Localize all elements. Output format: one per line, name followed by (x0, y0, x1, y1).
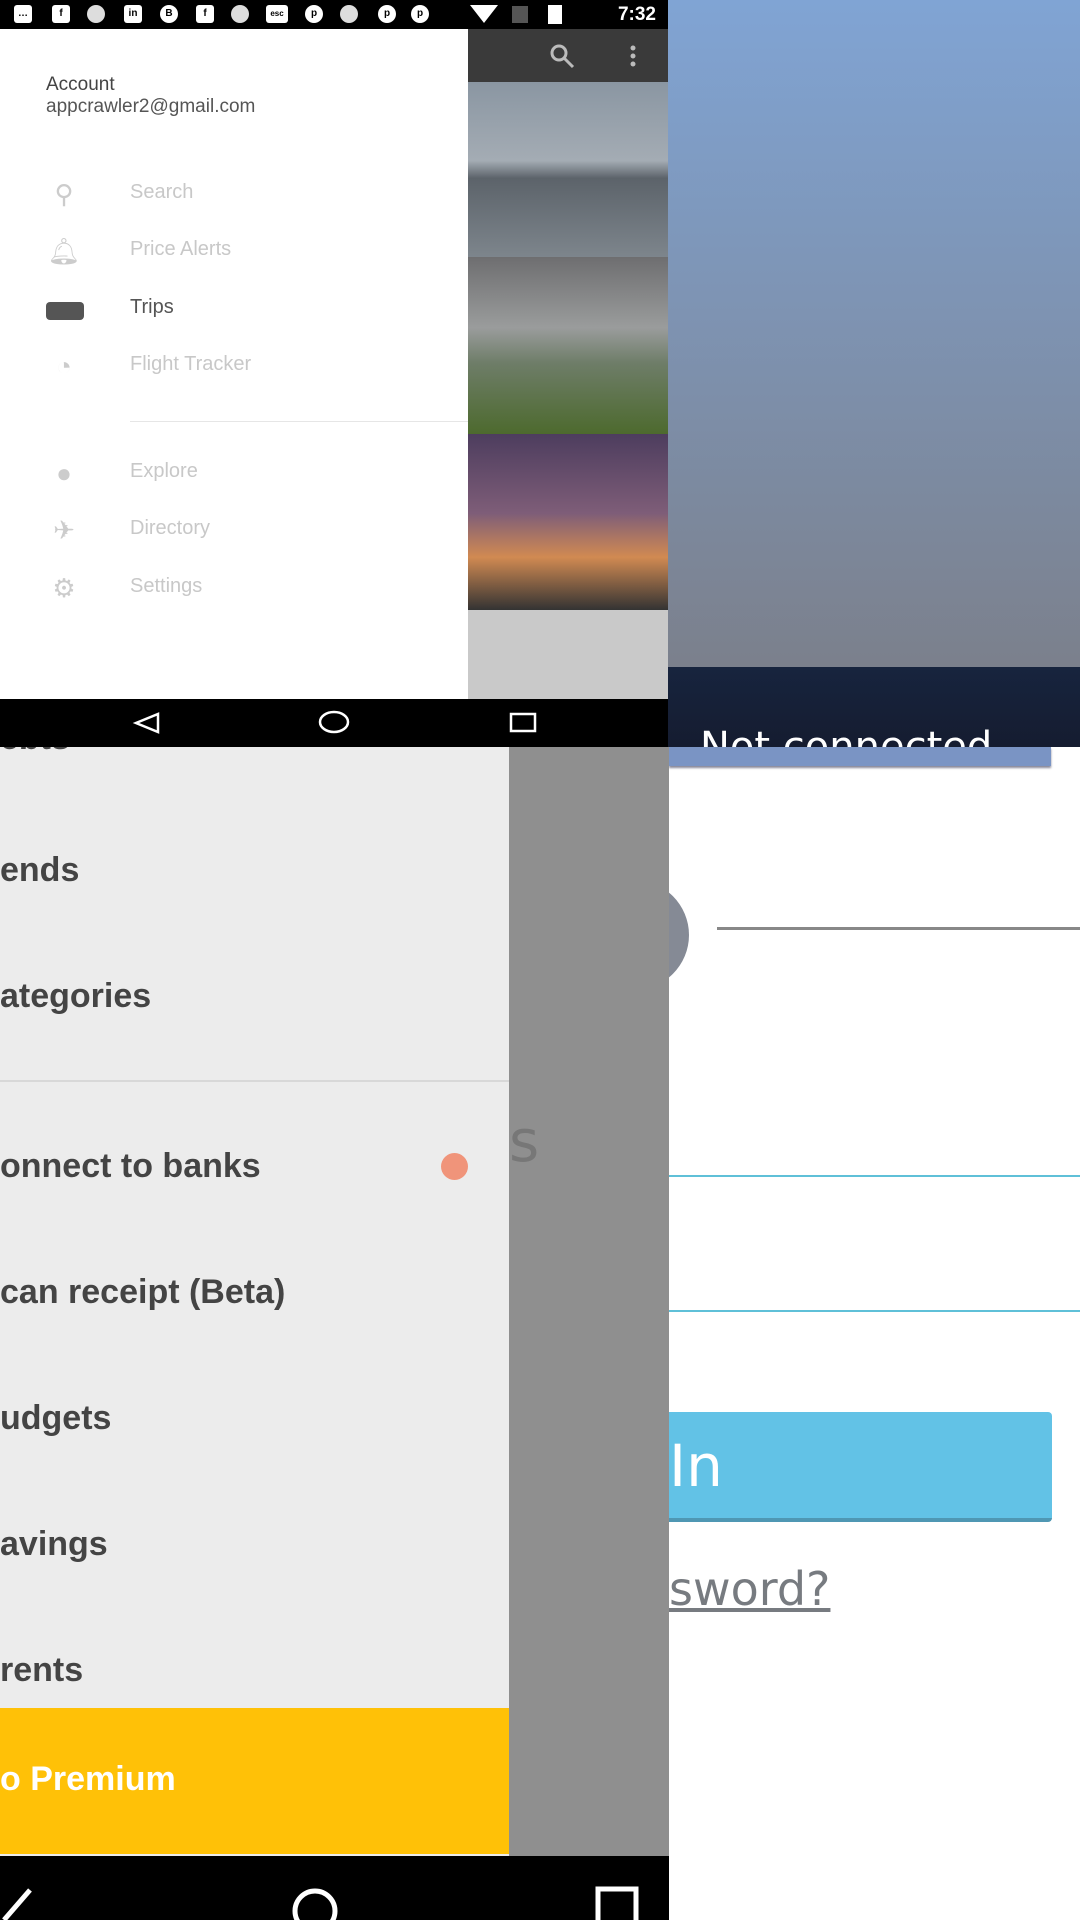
password-input[interactable] (669, 1222, 1080, 1312)
recents-icon[interactable] (595, 1886, 641, 1920)
forgot-password-link[interactable]: sword? (669, 1562, 830, 1616)
login-form: In sword? (669, 747, 1080, 1920)
drawer-item-categories[interactable]: ategories (0, 977, 151, 1016)
search-icon[interactable] (548, 42, 576, 70)
go-premium-button[interactable]: o Premium (0, 1708, 509, 1854)
account-label: Account (46, 74, 115, 95)
drawer-item-budgets[interactable]: udgets (0, 1399, 111, 1438)
esc-icon: esc (266, 5, 288, 23)
facebook-icon: f (196, 5, 214, 23)
scrim-overlay[interactable]: s (509, 747, 669, 1856)
finance-drawer: ebts ends ategories onnect to banks can … (0, 747, 509, 1856)
connection-bar (669, 747, 1051, 766)
cat-icon (231, 5, 249, 23)
drawer-item-trips[interactable]: Trips (0, 290, 468, 330)
airport-icon: ✈ (53, 515, 75, 545)
drawer-item-debts[interactable]: ebts (0, 747, 70, 758)
sign-in-button[interactable]: In (669, 1412, 1052, 1522)
drawer-item-price-alerts[interactable]: 🔔︎ Price Alerts (0, 232, 468, 272)
drawer-item-connect-to-banks[interactable]: onnect to banks (0, 1147, 261, 1186)
city-image[interactable] (468, 82, 668, 257)
home-icon[interactable] (318, 709, 350, 735)
drawer-item-savings[interactable]: avings (0, 1525, 108, 1564)
clock: 7:32 (617, 4, 656, 25)
no-signal-icon (512, 6, 528, 23)
b-icon: B (160, 5, 178, 23)
username-underline (717, 927, 1080, 930)
back-icon[interactable] (0, 1886, 40, 1920)
recents-icon[interactable] (508, 711, 538, 735)
app-bar (468, 29, 668, 82)
back-icon[interactable] (132, 711, 162, 735)
divider (0, 1080, 509, 1082)
home-icon[interactable] (290, 1886, 340, 1920)
navigation-drawer: Account appcrawler2@gmail.com ⚲ Search 🔔︎… (0, 29, 468, 699)
premium-label: o Premium (0, 1760, 176, 1798)
facebook-icon: f (52, 5, 70, 23)
pinterest-icon: p (411, 5, 429, 23)
briefcase-icon (46, 296, 84, 322)
background-gradient (668, 0, 1080, 667)
navigation-bar (0, 1856, 669, 1920)
gear-icon: ⚙ (52, 573, 76, 603)
cat-icon (87, 5, 105, 23)
search-icon: ⚲ (54, 179, 74, 209)
bridge-image[interactable] (468, 434, 668, 610)
forest-image[interactable] (468, 257, 668, 434)
more-icon: … (14, 5, 32, 23)
drawer-item-events[interactable]: rents (0, 1651, 83, 1690)
connection-banner: Not connected (668, 667, 1080, 747)
empty-area (468, 610, 668, 699)
sign-in-label: In (669, 1432, 723, 1500)
more-vert-icon[interactable] (628, 43, 638, 69)
wifi-icon (470, 5, 498, 23)
battery-charging-icon (548, 5, 562, 24)
notification-dot (441, 1153, 468, 1180)
bell-icon: 🔔︎ (47, 236, 81, 266)
compass-icon: ● (56, 458, 72, 488)
drawer-item-scan-receipt[interactable]: can receipt (Beta) (0, 1273, 285, 1312)
drawer-item-flight-tracker[interactable]: ◔ Flight Tracker (0, 347, 468, 387)
email-input[interactable] (669, 1087, 1080, 1177)
status-text: Not connected (700, 724, 993, 747)
pinterest-icon: p (305, 5, 323, 23)
pinterest-icon: p (378, 5, 396, 23)
radar-icon: ◔ (56, 351, 72, 381)
status-bar: … f in B f esc p p p 7:32 (0, 0, 668, 29)
drawer-item-directory[interactable]: ✈ Directory (0, 511, 468, 551)
divider (130, 421, 468, 422)
navigation-bar (0, 699, 668, 747)
drawer-item-trends[interactable]: ends (0, 851, 79, 890)
cat-icon (340, 5, 358, 23)
drawer-item-search[interactable]: ⚲ Search (0, 175, 468, 215)
background-text: s (509, 1107, 540, 1175)
drawer-item-explore[interactable]: ● Explore (0, 454, 468, 494)
linkedin-icon: in (124, 5, 142, 23)
avatar[interactable] (669, 880, 689, 990)
drawer-item-settings[interactable]: ⚙ Settings (0, 569, 468, 609)
account-email[interactable]: appcrawler2@gmail.com (46, 96, 255, 118)
